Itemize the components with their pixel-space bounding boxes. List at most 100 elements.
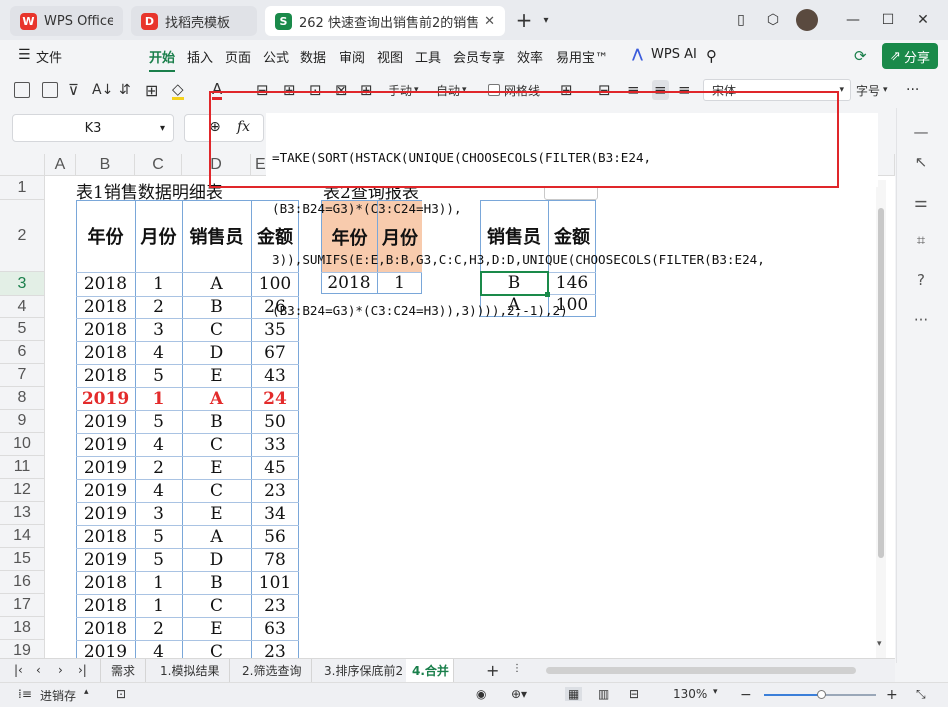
table1-cell[interactable]: 23 (251, 640, 299, 659)
table1-cell[interactable]: D (182, 341, 251, 364)
table1-cell[interactable]: A (182, 525, 251, 548)
menu-wps-ai[interactable]: WPS AI (651, 47, 697, 62)
menu-efficiency[interactable]: 效率 (517, 47, 543, 66)
sheet-tab-active[interactable]: 4.合并 (406, 659, 454, 682)
first-sheet-icon[interactable]: |‹ (14, 663, 23, 677)
table1-cell[interactable]: 1 (135, 594, 182, 617)
column-header[interactable]: C (135, 154, 182, 176)
row-header[interactable]: 18 (0, 617, 45, 640)
column-header[interactable]: A (45, 154, 76, 176)
more-sheets-icon[interactable]: ⋮ (512, 663, 522, 674)
table1-cell[interactable]: 2018 (76, 272, 135, 296)
table1-cell[interactable]: 43 (251, 364, 299, 387)
scrollbar-thumb[interactable] (878, 208, 884, 558)
table1-cell[interactable]: 56 (251, 525, 299, 548)
table1-cell[interactable]: 2019 (76, 479, 135, 502)
table1-cell[interactable]: C (182, 640, 251, 659)
table1-cell[interactable]: 63 (251, 617, 299, 640)
sort-icon[interactable]: ⇵ (119, 80, 131, 100)
table1-cell[interactable]: B (182, 296, 251, 318)
row-header[interactable]: 12 (0, 479, 45, 502)
table1-cell[interactable]: 78 (251, 548, 299, 571)
table1-cell[interactable]: A (182, 387, 251, 410)
table1-cell[interactable]: 5 (135, 548, 182, 571)
help-icon[interactable]: ? (911, 270, 931, 290)
table1-header-cell[interactable]: 销售员 (182, 200, 251, 272)
table1-cell[interactable]: 2 (135, 296, 182, 318)
cloud-sync-icon[interactable]: ⟳ (854, 47, 867, 65)
row-header[interactable]: 7 (0, 364, 45, 387)
menu-view[interactable]: 视图 (377, 47, 403, 66)
sheet-tab[interactable]: 2.筛选查询 (232, 659, 313, 682)
table1-cell[interactable]: 2018 (76, 571, 135, 594)
last-sheet-icon[interactable]: ›| (78, 663, 87, 677)
table1-cell[interactable]: 2 (135, 617, 182, 640)
row-header[interactable]: 17 (0, 594, 45, 617)
table-grid-icon[interactable]: ⊞ (145, 80, 158, 100)
menu-formula[interactable]: 公式 (263, 47, 289, 66)
row-header[interactable]: 5 (0, 318, 45, 341)
table1-cell[interactable]: 101 (251, 571, 299, 594)
menu-easy[interactable]: 易用宝™ (556, 47, 608, 66)
menu-insert[interactable]: 插入 (187, 47, 213, 66)
fill-color-icon[interactable]: ◇ (172, 80, 184, 100)
menu-page[interactable]: 页面 (225, 47, 251, 66)
table1-header-cell[interactable]: 年份 (76, 200, 135, 272)
tab-current-workbook[interactable]: S 262 快速查询出销售前2的销售员和 ✕ (265, 6, 505, 36)
table1-cell[interactable]: 2018 (76, 594, 135, 617)
tab-docer[interactable]: D 找稻壳模板 (131, 6, 257, 36)
table1-cell[interactable]: 4 (135, 433, 182, 456)
table1-cell[interactable]: E (182, 502, 251, 525)
table1-cell[interactable]: 34 (251, 502, 299, 525)
row-header[interactable]: 1 (0, 176, 45, 200)
row-header[interactable]: 16 (0, 571, 45, 594)
font-size-select[interactable]: 字号 ▾ (856, 80, 888, 100)
search-icon[interactable]: ⚲ (706, 47, 717, 65)
row-header[interactable]: 15 (0, 548, 45, 571)
table1-cell[interactable]: B (182, 410, 251, 433)
zoom-slider-thumb[interactable] (817, 690, 826, 699)
table1-header-cell[interactable]: 月份 (135, 200, 182, 272)
fullscreen-icon[interactable]: ⤡ (916, 687, 926, 702)
reading-mode-icon[interactable]: ▯ (728, 8, 754, 32)
eye-icon[interactable]: ◉ (476, 687, 486, 701)
table1-cell[interactable]: C (182, 433, 251, 456)
next-sheet-icon[interactable]: › (58, 663, 63, 677)
row-header[interactable]: 3 (0, 272, 45, 296)
row-header[interactable]: 10 (0, 433, 45, 456)
close-icon[interactable]: ✕ (484, 14, 495, 29)
table1-cell[interactable]: 67 (251, 341, 299, 364)
record-icon[interactable]: ⊡ (116, 687, 126, 701)
row-header[interactable]: 9 (0, 410, 45, 433)
table1-cell[interactable]: 3 (135, 318, 182, 341)
table1-cell[interactable]: 5 (135, 410, 182, 433)
table1-cell[interactable]: 2019 (76, 433, 135, 456)
menu-review[interactable]: 审阅 (339, 47, 365, 66)
sheet-tab[interactable]: 需求 (100, 659, 147, 682)
add-sheet-icon[interactable]: + (486, 661, 499, 680)
table1-cell[interactable]: E (182, 617, 251, 640)
sort-ascending-icon[interactable]: A↓ (92, 80, 113, 100)
table1-cell[interactable]: 1 (135, 387, 182, 410)
chevron-down-icon[interactable]: ▾ (713, 687, 718, 697)
table1-cell[interactable]: 23 (251, 594, 299, 617)
status-label[interactable]: 进销存 (40, 687, 76, 704)
table1-cell[interactable]: 1 (135, 571, 182, 594)
row-header[interactable]: 13 (0, 502, 45, 525)
hamburger-icon[interactable]: ☰ (18, 47, 31, 63)
menu-home[interactable]: 开始 (149, 47, 176, 72)
table1-cell[interactable]: 4 (135, 479, 182, 502)
more-icon[interactable]: ··· (906, 80, 919, 100)
table1-cell[interactable]: A (182, 272, 251, 296)
zoom-in-icon[interactable]: + (886, 687, 898, 703)
window-close-icon[interactable]: ✕ (910, 8, 936, 32)
horizontal-scrollbar[interactable] (546, 667, 856, 674)
column-header[interactable]: B (76, 154, 135, 176)
select-all-corner[interactable] (0, 154, 45, 176)
table1-cell[interactable]: 3 (135, 502, 182, 525)
zoom-out-icon[interactable]: − (740, 687, 752, 703)
table1-cell[interactable]: C (182, 594, 251, 617)
menu-tools[interactable]: 工具 (415, 47, 441, 66)
row-header[interactable]: 11 (0, 456, 45, 479)
table1-cell[interactable]: 4 (135, 640, 182, 659)
